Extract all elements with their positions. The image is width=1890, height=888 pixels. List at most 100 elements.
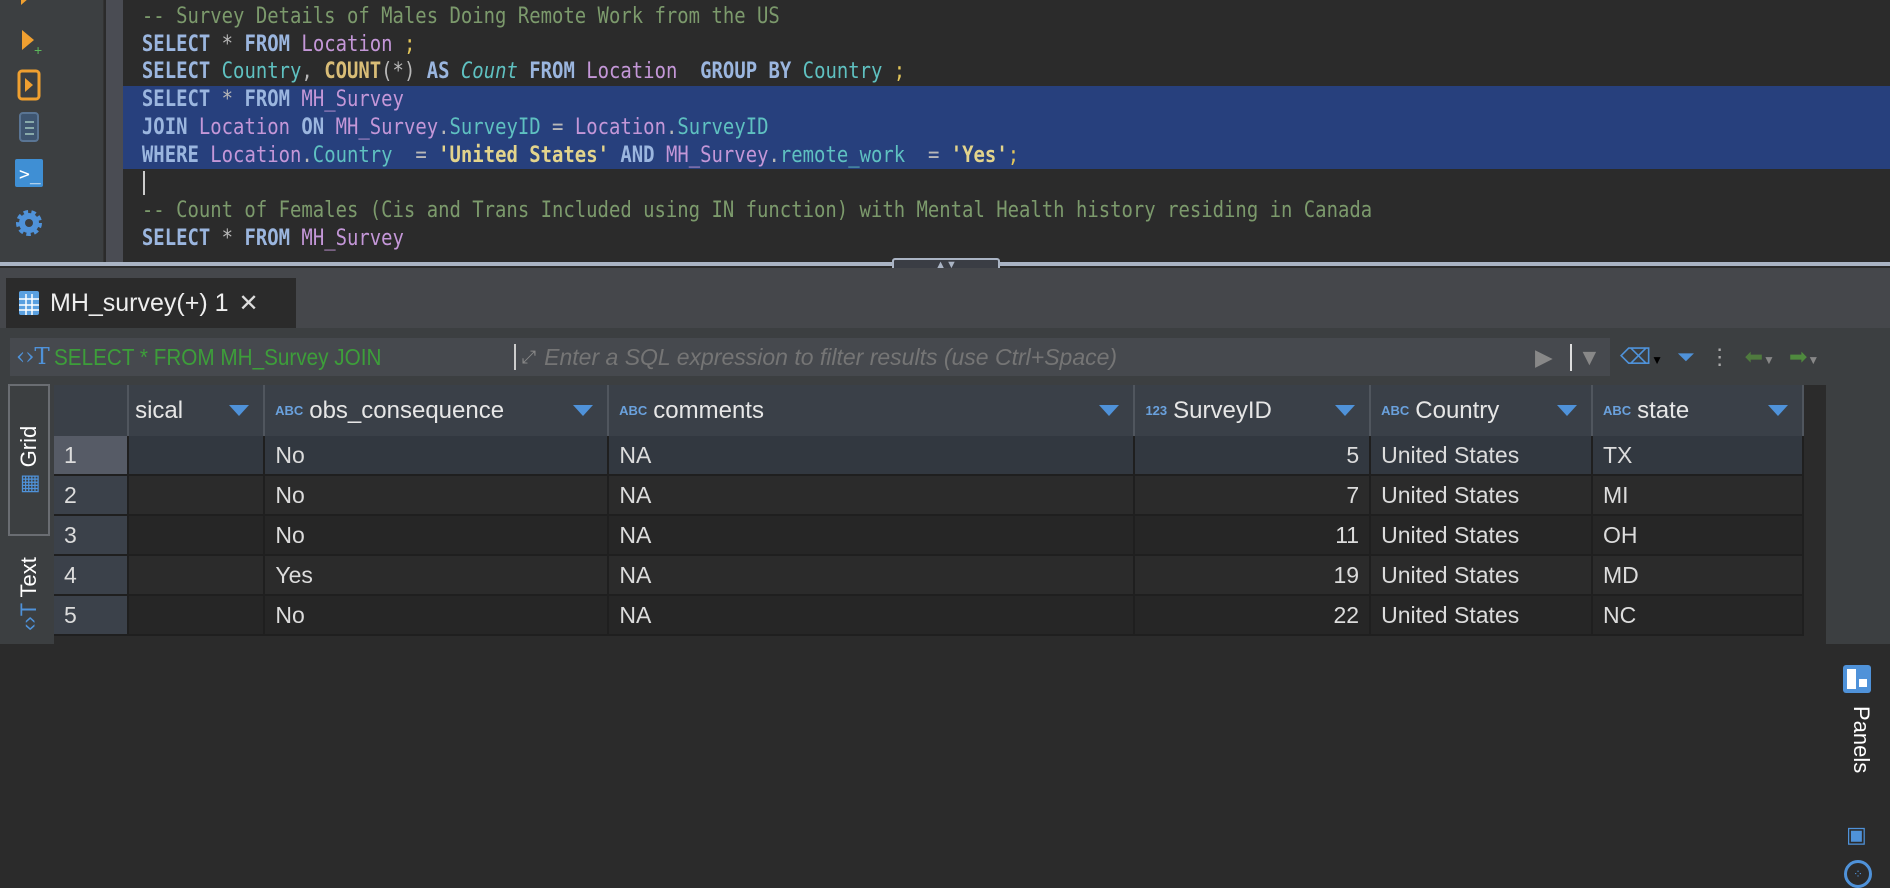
results-grid[interactable]: sical ABC obs_consequence ABC comments 123 Sur…	[54, 385, 1826, 644]
filter-icon[interactable]: ⏷	[1677, 344, 1695, 370]
code-token: .	[768, 142, 780, 168]
table-cell[interactable]	[129, 436, 266, 474]
back-arrow-icon[interactable]: ⬅▼	[1745, 344, 1775, 370]
execute-script-icon[interactable]	[12, 68, 46, 102]
results-tab[interactable]: MH_survey(+) 1 ✕	[6, 278, 296, 328]
column-header-comments[interactable]: ABC comments	[609, 385, 1136, 436]
column-header-sical[interactable]: sical	[129, 385, 266, 436]
table-cell[interactable]: MD	[1593, 556, 1805, 594]
table-cell[interactable]: NA	[609, 436, 1136, 474]
table-cell[interactable]: TX	[1593, 436, 1805, 474]
code-token: JOIN	[141, 114, 188, 140]
calculator-icon[interactable]: ▣	[1846, 822, 1867, 848]
table-cell[interactable]: United States	[1371, 476, 1593, 514]
table-cell[interactable]: Yes	[265, 556, 610, 594]
table-cell[interactable]: NA	[609, 556, 1136, 594]
more-icon[interactable]: ⋮	[1709, 344, 1731, 370]
column-header-SurveyID[interactable]: 123 SurveyID	[1135, 385, 1372, 436]
table-cell[interactable]: United States	[1371, 516, 1593, 554]
explain-plan-icon[interactable]	[12, 110, 46, 144]
table-cell[interactable]: OH	[1593, 516, 1805, 554]
tab-text[interactable]: ‹›T Text	[8, 544, 50, 644]
close-tab-icon[interactable]: ✕	[239, 289, 259, 318]
code-token: Country	[221, 59, 302, 85]
eraser-icon[interactable]: ⌫▼	[1620, 344, 1663, 370]
sort-filter-arrow-icon[interactable]	[229, 405, 250, 416]
table-cell[interactable]: 22	[1135, 596, 1372, 634]
row-number[interactable]: 4	[54, 556, 130, 594]
table-cell[interactable]: No	[265, 476, 610, 514]
sort-filter-arrow-icon[interactable]	[1335, 405, 1356, 416]
settings-icon[interactable]	[12, 206, 46, 240]
sort-filter-arrow-icon[interactable]	[1768, 405, 1788, 416]
code-token: SurveyID	[677, 114, 769, 140]
table-cell[interactable]	[129, 476, 266, 514]
code-token: FROM	[244, 31, 291, 57]
table-cell[interactable]: United States	[1371, 436, 1593, 474]
table-cell[interactable]: 7	[1135, 476, 1372, 514]
table-cell[interactable]: No	[265, 436, 610, 474]
code-token: 'United States'	[438, 142, 609, 168]
panels-icon	[1843, 665, 1871, 693]
code-token: FROM	[244, 87, 291, 113]
table-row[interactable]: 5 No NA 22 United States NC	[54, 596, 1805, 636]
code-token: (*)	[381, 59, 427, 85]
sort-filter-arrow-icon[interactable]	[573, 405, 594, 416]
table-row[interactable]: 4 Yes NA 19 United States MD	[54, 556, 1805, 596]
table-row[interactable]: 1 No NA 5 United States TX	[54, 436, 1805, 476]
code-token: .	[438, 114, 450, 140]
code-token: FROM	[244, 225, 291, 251]
terminal-icon[interactable]: >_	[12, 156, 46, 190]
code-token: =	[540, 114, 575, 140]
column-header-state[interactable]: ABC state	[1593, 385, 1804, 436]
code-token: *	[210, 225, 245, 251]
code-token: Country	[312, 142, 393, 168]
apply-filter-icon[interactable]: ▶	[1535, 344, 1553, 371]
sort-filter-arrow-icon[interactable]	[1556, 405, 1577, 416]
grouping-icon[interactable]: ⁘	[1844, 860, 1872, 888]
column-header-obs_consequence[interactable]: ABC obs_consequence	[265, 385, 610, 436]
table-cell[interactable]: No	[265, 516, 610, 554]
filter-input[interactable]	[544, 343, 1545, 371]
forward-arrow-icon[interactable]: ➡▼	[1789, 344, 1819, 370]
table-row[interactable]: 3 No NA 11 United States OH	[54, 516, 1805, 556]
filter-query-label: SELECT * FROM MH_Survey JOIN	[53, 343, 382, 370]
row-number[interactable]: 5	[54, 596, 130, 634]
code-token: Location	[301, 31, 393, 57]
table-cell[interactable]: NA	[609, 516, 1136, 554]
table-cell[interactable]	[129, 556, 266, 594]
table-cell[interactable]: NA	[609, 596, 1136, 634]
code-token: =	[392, 142, 439, 168]
code-token: FROM	[529, 59, 575, 85]
table-cell[interactable]: NC	[1593, 596, 1805, 634]
table-cell[interactable]: No	[265, 596, 610, 634]
table-cell[interactable]: 11	[1135, 516, 1372, 554]
row-number[interactable]: 3	[54, 516, 130, 554]
sort-filter-arrow-icon[interactable]	[1099, 405, 1120, 416]
filter-history-dropdown-icon[interactable]: ▼	[1570, 343, 1601, 371]
table-cell[interactable]	[129, 596, 266, 634]
table-cell[interactable]: United States	[1371, 556, 1593, 594]
table-cell[interactable]: United States	[1371, 596, 1593, 634]
table-cell[interactable]: MI	[1593, 476, 1805, 514]
execute-new-tab-icon[interactable]: +	[12, 24, 46, 58]
table-row[interactable]: 2 No NA 7 United States MI	[54, 476, 1805, 516]
tab-grid[interactable]: ▦ Grid	[8, 384, 50, 536]
row-number[interactable]: 2	[54, 476, 130, 514]
row-number[interactable]: 1	[54, 436, 130, 474]
table-cell[interactable]: NA	[609, 476, 1136, 514]
panels-toggle[interactable]: Panels	[1842, 664, 1878, 834]
table-cell[interactable]: 19	[1135, 556, 1372, 594]
execute-statement-icon[interactable]	[12, 0, 46, 20]
sql-editor[interactable]: -- Survey Details of Males Doing Remote …	[123, 0, 1890, 262]
column-header-Country[interactable]: ABC Country	[1371, 385, 1593, 436]
grid-icon: ▦	[16, 467, 41, 495]
table-cell[interactable]	[129, 516, 266, 554]
expand-icon[interactable]: ⤢	[522, 347, 536, 368]
table-cell[interactable]: 5	[1135, 436, 1372, 474]
